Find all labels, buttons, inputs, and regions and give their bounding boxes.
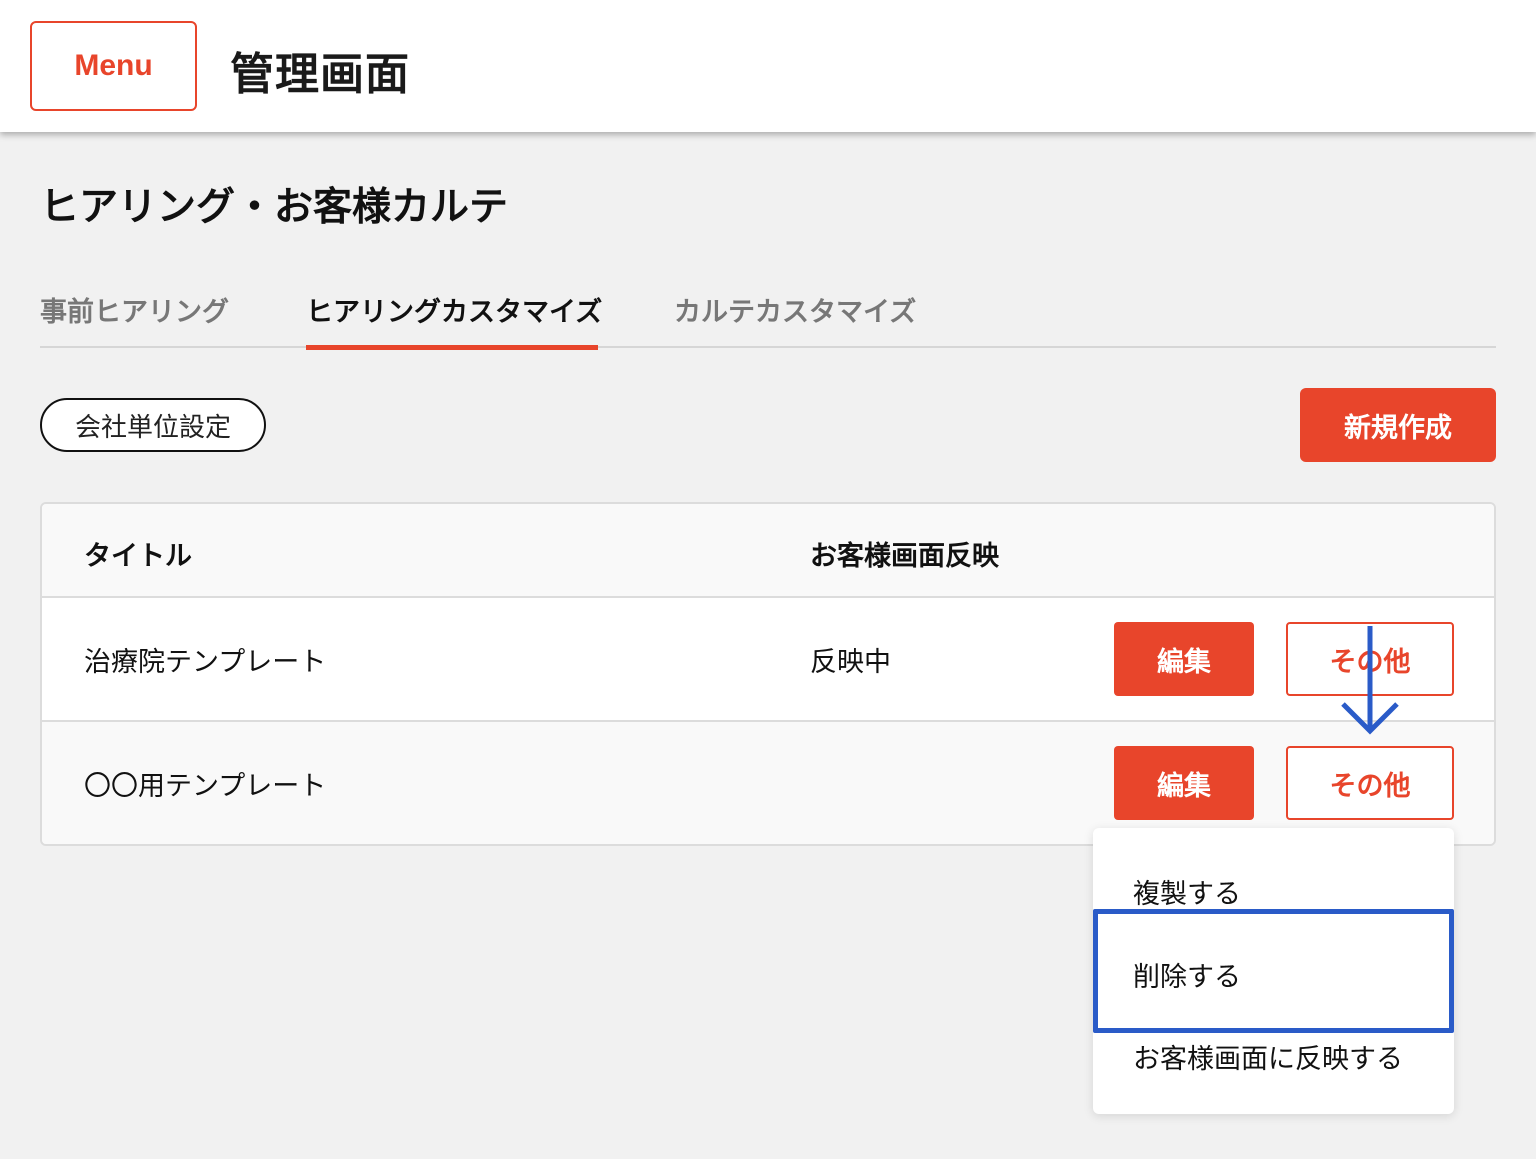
row-title: 治療院テンプレート [84,647,327,678]
dropdown-item-duplicate[interactable]: 複製する [1133,872,1241,911]
menu-button[interactable]: Menu [30,21,197,111]
other-actions-dropdown: 複製する 削除する お客様画面に反映する [1093,828,1454,1114]
column-header-reflect: お客様画面反映 [810,541,999,572]
edit-button[interactable]: 編集 [1114,746,1254,820]
app-header: Menu 管理画面 [0,0,1536,132]
dropdown-item-reflect[interactable]: お客様画面に反映する [1133,1037,1403,1076]
new-create-button[interactable]: 新規作成 [1300,388,1496,462]
dropdown-item-delete[interactable]: 削除する [1133,955,1241,994]
tab-hearing-customize[interactable]: ヒアリングカスタマイズ [306,290,602,350]
row-title: 〇〇用テンプレート [84,771,327,802]
page-title: ヒアリング・お客様カルテ [40,185,509,230]
app-title: 管理画面 [230,49,410,100]
tab-karte-customize[interactable]: カルテカスタマイズ [674,290,916,348]
edit-button[interactable]: 編集 [1114,622,1254,696]
table-row: 治療院テンプレート 反映中 編集 その他 [42,598,1494,722]
tab-pre-hearing[interactable]: 事前ヒアリング [40,290,229,348]
arrow-down-icon [1341,626,1399,735]
other-button[interactable]: その他 [1286,746,1454,820]
table-header: タイトル お客様画面反映 [42,504,1494,598]
template-table: タイトル お客様画面反映 治療院テンプレート 反映中 編集 その他 〇〇用テンプ… [40,502,1496,846]
row-reflect-status: 反映中 [810,647,891,678]
tab-bar: 事前ヒアリング ヒアリングカスタマイズ カルテカスタマイズ [40,272,1496,350]
company-settings-button[interactable]: 会社単位設定 [40,398,266,452]
column-header-title: タイトル [84,541,192,572]
